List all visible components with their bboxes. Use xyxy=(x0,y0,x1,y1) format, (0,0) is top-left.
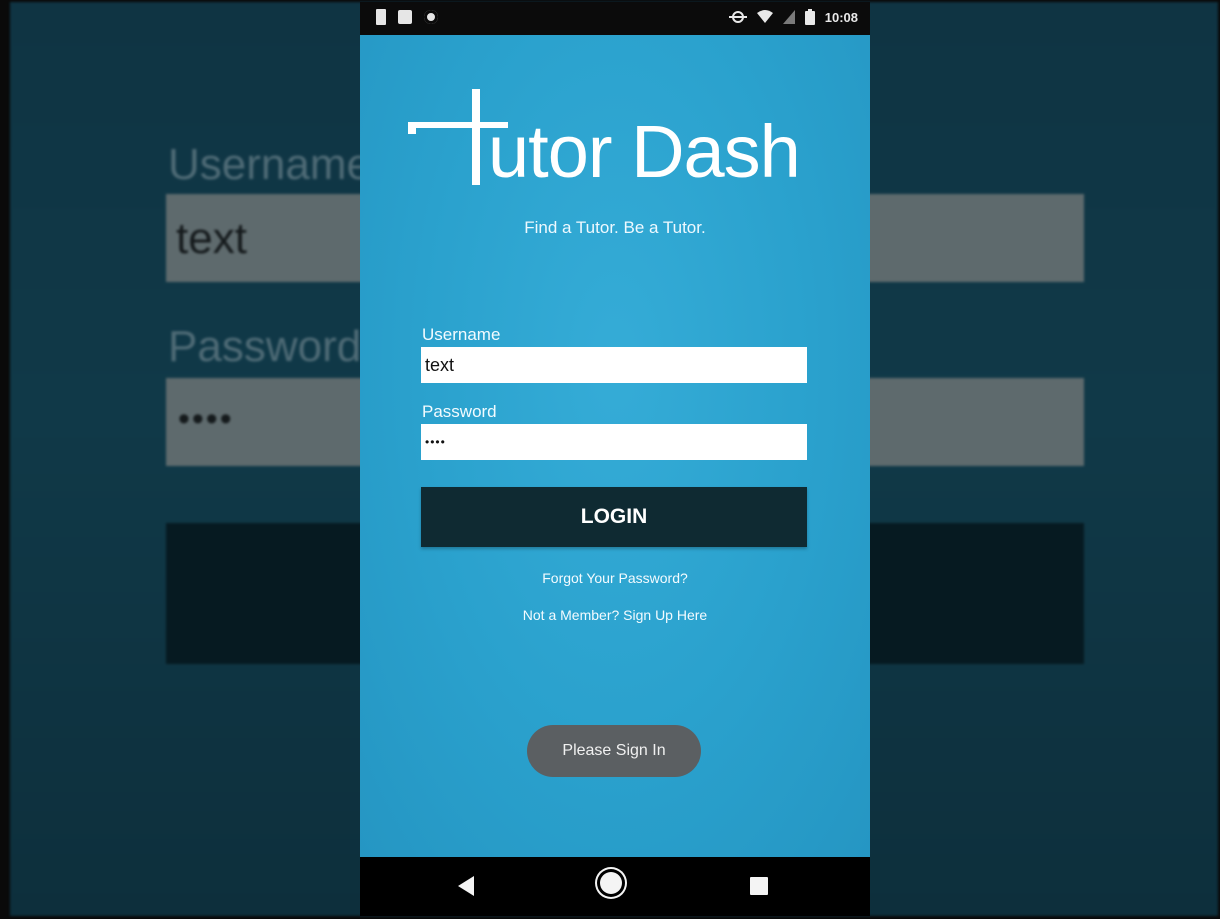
notification-icon xyxy=(376,9,386,25)
battery-icon xyxy=(804,9,815,25)
status-right-icons: 10:08 xyxy=(728,9,858,25)
video-frame: Username text Password •••• 10:08 utor D… xyxy=(0,0,1220,919)
login-button[interactable]: LOGIN xyxy=(421,487,807,547)
bg-username-label: Username xyxy=(168,140,371,189)
app-logo: utor Dash xyxy=(408,89,828,199)
bg-username-value: text xyxy=(176,214,247,263)
login-screen: utor Dash Find a Tutor. Be a Tutor. User… xyxy=(360,35,870,857)
back-icon[interactable] xyxy=(458,876,474,896)
logo-stem xyxy=(472,89,480,185)
tagline: Find a Tutor. Be a Tutor. xyxy=(524,218,706,237)
logo-text: utor Dash xyxy=(488,110,801,193)
phone-screen: 10:08 utor Dash Find a Tutor. Be a Tutor… xyxy=(360,2,870,916)
sync-icon xyxy=(424,10,438,24)
bg-password-label: Password xyxy=(168,322,362,371)
signup-link[interactable]: Not a Member? Sign Up Here xyxy=(360,607,870,623)
password-label: Password xyxy=(422,402,497,421)
signal-icon xyxy=(782,10,795,24)
password-input[interactable] xyxy=(421,424,807,460)
data-saver-icon xyxy=(728,11,747,23)
status-left-icons xyxy=(376,9,438,25)
status-bar: 10:08 xyxy=(360,2,870,35)
username-label: Username xyxy=(422,325,501,344)
navigation-bar xyxy=(360,857,870,916)
forgot-password-link[interactable]: Forgot Your Password? xyxy=(360,570,870,586)
username-input[interactable] xyxy=(421,347,807,383)
home-icon[interactable] xyxy=(600,872,622,894)
recents-icon[interactable] xyxy=(750,877,768,895)
image-icon xyxy=(398,10,412,24)
toast-message: Please Sign In xyxy=(527,725,701,777)
status-time: 10:08 xyxy=(824,9,858,25)
wifi-icon xyxy=(756,10,773,23)
bg-password-value: •••• xyxy=(178,400,234,438)
